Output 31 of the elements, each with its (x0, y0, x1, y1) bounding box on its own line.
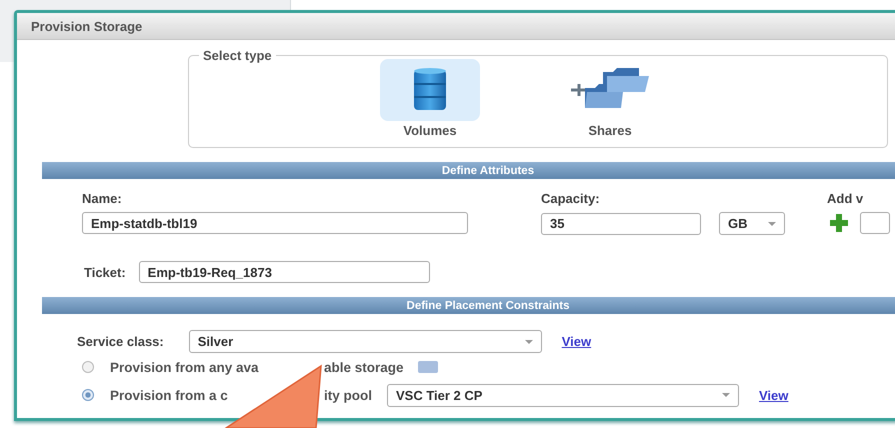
section-title: Define Placement Constraints (406, 300, 570, 312)
pool-dropdown[interactable]: VSC Tier 2 CP (387, 384, 739, 406)
service-class-dropdown[interactable]: Silver (188, 330, 542, 353)
unit-dropdown[interactable]: GB (719, 212, 785, 235)
radio-button[interactable] (82, 389, 94, 401)
caret-icon (768, 222, 776, 226)
view-link[interactable]: View (562, 334, 592, 349)
caret-icon (524, 340, 533, 344)
database-icon (413, 67, 447, 113)
count-field[interactable] (860, 212, 890, 234)
group-legend: Select type (199, 48, 276, 63)
help-badge-icon[interactable] (418, 361, 438, 373)
capacity-field[interactable]: 35 (541, 212, 701, 234)
radio-label: able storage (324, 360, 404, 374)
ticket-field[interactable]: Emp-tb19-Req_1873 (138, 261, 430, 283)
radio-label: Provision from a c (110, 388, 229, 402)
radio-label: ity pool (324, 388, 372, 402)
window-title: Provision Storage (31, 18, 142, 34)
type-option[interactable]: Shares (555, 59, 665, 138)
view-link[interactable]: View (759, 388, 788, 402)
field-label: Ticket: (84, 264, 126, 280)
name-field[interactable]: Emp-statdb-tbl19 (82, 212, 468, 234)
radio-button[interactable] (82, 361, 94, 373)
radio-label: Provision from any ava (110, 360, 260, 374)
field-label: Name: (82, 191, 123, 206)
section-title: Define Attributes (442, 164, 534, 176)
add-icon[interactable] (830, 214, 848, 232)
caret-icon (722, 393, 730, 397)
field-label: Add v (827, 191, 864, 206)
field-label: Service class: (77, 334, 164, 349)
field-label: Capacity: (541, 191, 601, 206)
